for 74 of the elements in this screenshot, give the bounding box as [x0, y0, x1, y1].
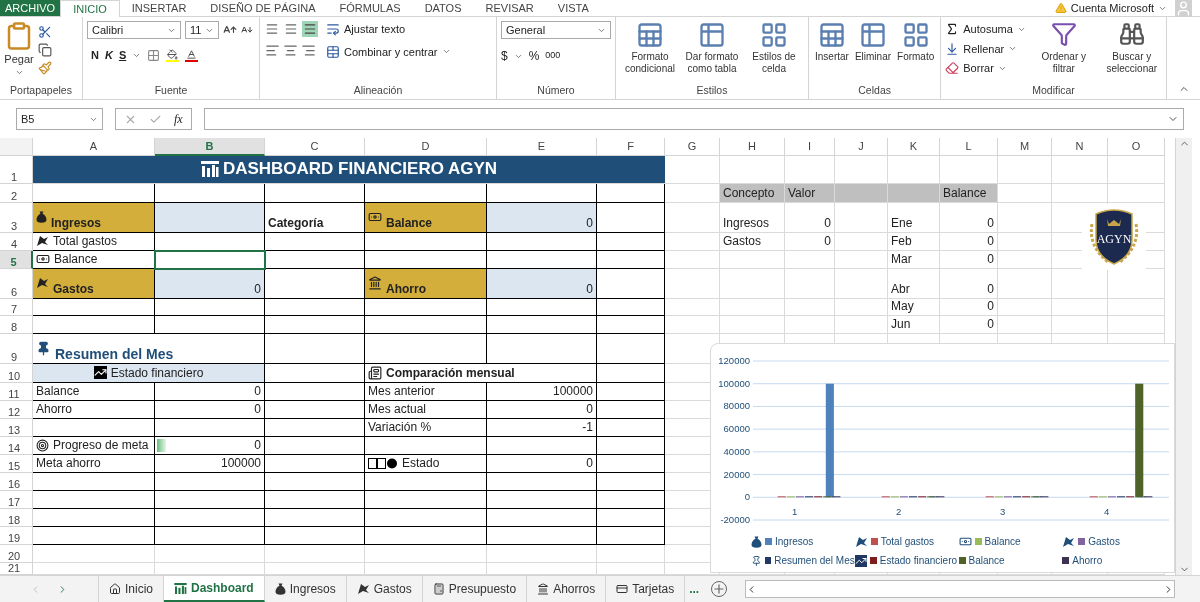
table-cell: 0 — [940, 299, 998, 316]
axis-tick-label: 120000 — [718, 355, 750, 366]
legend-label: Balance — [968, 554, 1005, 568]
logo: AGYN — [1082, 204, 1146, 270]
table-cell: 0 — [155, 401, 265, 419]
table-cell: Mes actual — [365, 401, 487, 419]
group-label: Estilos — [696, 83, 728, 99]
table-cell: 0 — [785, 233, 835, 251]
table-cell: Gastos — [720, 233, 785, 251]
axis-tick-label: 3 — [999, 506, 1006, 517]
table-cell: 0 — [487, 269, 597, 299]
legend-label: Total gastos — [880, 535, 935, 549]
axis-tick-label: 1 — [791, 506, 798, 517]
axis-tick-label: 0 — [744, 491, 750, 503]
table-cell: Total gastos — [33, 233, 155, 251]
table-cell: Estado — [365, 455, 487, 473]
axis-tick-label: 40000 — [723, 445, 750, 457]
legend-label: Estado financiero — [879, 554, 958, 568]
legend-label: Ahorro — [1072, 554, 1103, 568]
axis-tick-label: 60000 — [723, 423, 750, 435]
table-cell: 100000 — [487, 383, 597, 401]
table-cell: Meta ahorro — [33, 455, 155, 473]
table-cell: Ingresos — [33, 203, 155, 233]
group-label: Celdas — [858, 83, 891, 99]
table-cell: Concepto — [720, 184, 785, 203]
axis-tick-label: 20000 — [723, 468, 750, 480]
table-cell: 0 — [487, 455, 597, 473]
table-cell: 0 — [940, 269, 998, 299]
table-cell: 0 — [155, 437, 265, 455]
axis-tick-label: 4 — [1103, 506, 1110, 517]
table-cell: Balance — [365, 203, 487, 233]
table-cell: 0 — [487, 203, 597, 233]
group-label: Número — [537, 83, 575, 99]
table-cell: May — [888, 299, 940, 316]
table-cell: Balance — [940, 184, 998, 203]
group-label: Fuente — [154, 83, 188, 99]
group-label: Portapapeles — [10, 83, 72, 99]
table-cell: Comparación mensual — [365, 364, 597, 383]
table-cell: 0 — [940, 251, 998, 269]
table-cell: Abr — [888, 269, 940, 299]
table-cell: Jun — [888, 316, 940, 334]
table-cell: 100000 — [155, 455, 265, 473]
table-cell: Feb — [888, 233, 940, 251]
table-cell: 0 — [940, 233, 998, 251]
table-cell: 0 — [155, 383, 265, 401]
table-cell: Ingresos — [720, 203, 785, 233]
table-cell: Balance — [33, 383, 155, 401]
table-cell: Ahorro — [365, 269, 487, 299]
legend-label: Ingresos — [775, 535, 814, 549]
legend-label: Gastos — [1088, 535, 1120, 549]
dashboard-title: DASHBOARD FINANCIERO AGYN — [33, 156, 665, 184]
group-label: Alineación — [353, 83, 403, 99]
axis-tick-label: 2 — [895, 506, 902, 517]
table-cell: Ene — [888, 203, 940, 233]
table-cell: Ahorro — [33, 401, 155, 419]
table-cell: 0 — [785, 203, 835, 233]
legend-label: Resumen del Mes — [774, 554, 855, 568]
table-cell: 0 — [940, 316, 998, 334]
table-cell: -1 — [487, 419, 597, 437]
table-cell: Progreso de meta — [33, 437, 155, 455]
table-cell: Estado financiero — [33, 364, 265, 383]
table-cell: Gastos — [33, 269, 155, 299]
table-cell: Valor — [785, 184, 835, 203]
table-cell: 0 — [940, 203, 998, 233]
axis-tick-label: 80000 — [723, 400, 750, 412]
table-cell: 0 — [487, 401, 597, 419]
table-cell: Variación % — [365, 419, 487, 437]
table-cell: Mes anterior — [365, 383, 487, 401]
table-cell: Mar — [888, 251, 940, 269]
axis-tick-label: 100000 — [718, 377, 750, 389]
group-label: Modificar — [1032, 83, 1075, 99]
table-cell: 0 — [155, 269, 265, 299]
axis-tick-label: -20000 — [720, 514, 750, 525]
legend-label: Balance — [984, 535, 1021, 549]
